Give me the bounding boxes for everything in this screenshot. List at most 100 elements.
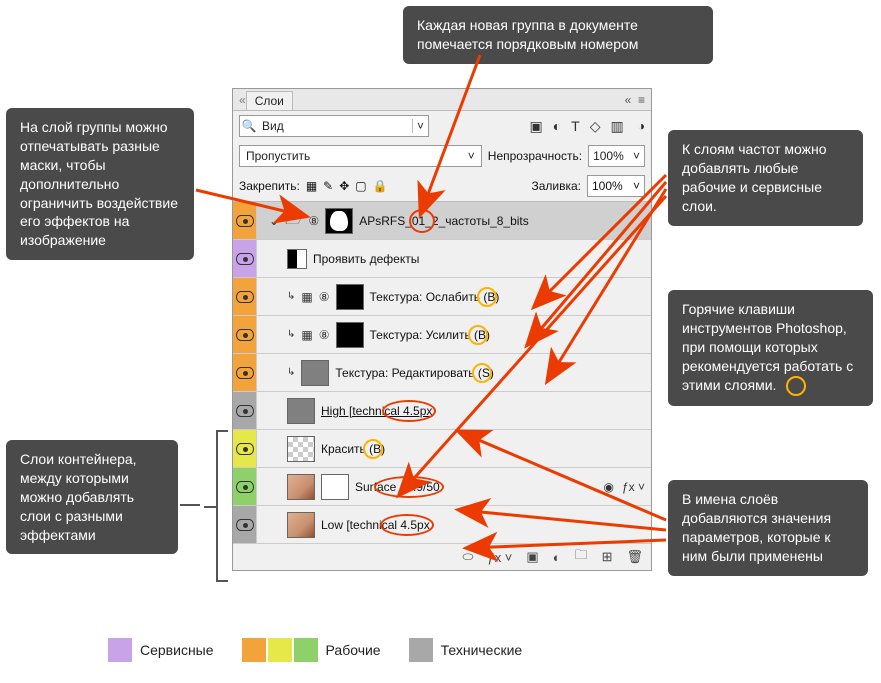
lock-artboard-icon[interactable]: ▢	[355, 179, 366, 193]
layer-row[interactable]: ⌄🗁⑧APsRFS_01_2_частоты_8_bits	[233, 202, 651, 240]
legend-service-label: Сервисные	[140, 642, 214, 658]
adjustment-icon[interactable]: ◐	[553, 550, 561, 565]
visibility-toggle[interactable]	[233, 316, 257, 353]
visibility-toggle[interactable]	[233, 240, 257, 277]
visibility-toggle[interactable]	[233, 506, 257, 543]
eye-icon	[236, 519, 254, 531]
callout-layer-names: В имена слоёв добавляются значения парам…	[668, 480, 868, 576]
layer-name[interactable]: Красить (B)	[321, 442, 385, 456]
layer-row[interactable]: Красить (B)	[233, 430, 651, 468]
lock-all-icon[interactable]: 🔒	[373, 179, 388, 193]
legend: Сервисные Рабочие Технические	[108, 638, 522, 662]
link-icon: ⑧	[319, 290, 330, 304]
visibility-toggle[interactable]	[233, 468, 257, 505]
layer-row[interactable]: ↳▦⑧Текстура: Усилить (B)	[233, 316, 651, 354]
callout-group-mask: На слой группы можно отпечатывать разные…	[6, 108, 194, 260]
layer-thumb[interactable]	[287, 436, 315, 462]
layer-thumb[interactable]	[287, 249, 307, 269]
panel-menu-icon[interactable]: ≡	[638, 93, 645, 107]
callout-container-layers: Слои контейнера, между которыми можно до…	[6, 440, 178, 554]
filter-icon: ▦	[301, 328, 312, 342]
layer-row[interactable]: Проявить дефекты	[233, 240, 651, 278]
fill-input[interactable]: 100% ˅	[587, 175, 645, 197]
chevron-down-icon[interactable]: ˅	[412, 119, 428, 133]
link-icon[interactable]: ⬭	[462, 549, 473, 565]
fx-indicator[interactable]: ƒx ˅	[622, 480, 645, 494]
legend-tech-label: Технические	[441, 642, 523, 658]
filter-icon: ▦	[301, 290, 312, 304]
group-mask-thumb[interactable]	[325, 208, 353, 234]
disclosure-icon[interactable]: ⌄	[269, 214, 279, 228]
filter-icons: ▣ ◐ T ◇ ▥	[529, 118, 623, 135]
eye-icon	[236, 443, 254, 455]
new-layer-icon[interactable]: ⊞	[602, 549, 613, 565]
group-icon[interactable]: 🗀	[575, 546, 588, 568]
eye-icon	[236, 291, 254, 303]
lock-pixels-icon[interactable]: ▦	[306, 179, 317, 193]
layer-thumb[interactable]	[336, 284, 364, 310]
layer-name[interactable]: Текстура: Усилить (B)	[370, 328, 491, 342]
visibility-toggle[interactable]	[233, 202, 257, 239]
filter-image-icon[interactable]: ▣	[529, 118, 542, 135]
lock-row: Закрепить: ▦ ✎ ✥ ▢ 🔒 Заливка: 100% ˅	[233, 171, 651, 201]
mask-icon[interactable]: ▣	[526, 549, 538, 565]
visibility-toggle[interactable]	[233, 354, 257, 391]
visibility-toggle[interactable]	[233, 430, 257, 467]
layer-body: ↳▦⑧Текстура: Усилить (B)	[257, 322, 651, 348]
layer-thumb[interactable]	[301, 360, 329, 386]
bracket	[216, 430, 228, 582]
legend-tech: Технические	[409, 638, 523, 662]
fill-label: Заливка:	[531, 179, 581, 193]
chevron-down-icon: ˅	[468, 149, 475, 163]
layer-name[interactable]: Low [technical 4.5px	[321, 518, 430, 532]
layer-thumb[interactable]	[287, 474, 315, 500]
callout-top: Каждая новая группа в документе помечает…	[403, 6, 713, 64]
legend-service: Сервисные	[108, 638, 214, 662]
layer-row[interactable]: High [technical 4.5px	[233, 392, 651, 430]
layer-body: Красить (B)	[257, 436, 651, 462]
visibility-toggle[interactable]	[233, 392, 257, 429]
eye-icon	[236, 481, 254, 493]
blend-mode-select[interactable]: Пропустить ˅	[239, 145, 482, 167]
layer-name[interactable]: Проявить дефекты	[313, 252, 419, 266]
layer-thumb[interactable]	[321, 474, 349, 500]
legend-work: Рабочие	[242, 638, 381, 662]
circle-icon	[786, 376, 806, 396]
layers-tab[interactable]: Слои	[246, 91, 293, 110]
blend-row: Пропустить ˅ Непрозрачность: 100% ˅	[233, 141, 651, 171]
clip-icon: ↳	[287, 329, 295, 340]
filter-shape-icon[interactable]: ◇	[590, 118, 601, 135]
layer-body: Surface 17.9/50 ◉ ƒx ˅	[257, 474, 651, 500]
layer-name[interactable]: Surface 17.9/50	[355, 480, 440, 494]
filter-smart-icon[interactable]: ▥	[611, 118, 624, 135]
layer-row[interactable]: Surface 17.9/50 ◉ ƒx ˅	[233, 468, 651, 506]
filter-text-icon[interactable]: T	[571, 118, 580, 135]
layer-row[interactable]: Low [technical 4.5px	[233, 506, 651, 544]
smart-filter-icon[interactable]: ◉	[604, 480, 614, 494]
layer-filter[interactable]: 🔍 Вид ˅	[239, 115, 429, 137]
search-row: 🔍 Вид ˅ ▣ ◐ T ◇ ▥ ◑	[233, 111, 651, 141]
filter-adjust-icon[interactable]: ◐	[553, 118, 561, 135]
layer-thumb[interactable]	[287, 512, 315, 538]
clip-icon: ↳	[287, 291, 295, 302]
layer-name[interactable]: Текстура: Ослабить (B)	[370, 290, 500, 304]
fx-icon[interactable]: ƒx ˅	[487, 550, 512, 565]
filter-toggle-icon[interactable]: ◑	[638, 119, 645, 133]
layer-row[interactable]: ↳Текстура: Редактировать (S)	[233, 354, 651, 392]
layer-body: Проявить дефекты	[257, 249, 651, 269]
layer-thumb[interactable]	[287, 398, 315, 424]
trash-icon[interactable]: 🗑	[626, 549, 643, 565]
layer-thumb[interactable]	[336, 322, 364, 348]
lock-brush-icon[interactable]: ✎	[323, 179, 333, 193]
layer-name[interactable]: Текстура: Редактировать (S)	[335, 366, 493, 380]
filter-mode: Вид	[258, 119, 412, 133]
visibility-toggle[interactable]	[233, 278, 257, 315]
lock-position-icon[interactable]: ✥	[339, 179, 349, 193]
layer-name[interactable]: High [technical 4.5px	[321, 404, 432, 418]
panel-footer: ⬭ ƒx ˅ ▣ ◐ 🗀 ⊞ 🗑	[233, 544, 651, 570]
layer-row[interactable]: ↳ ▦ ⑧ Текстура: Ослабить (B)	[233, 278, 651, 316]
layer-name[interactable]: APsRFS_01_2_частоты_8_bits	[359, 214, 529, 228]
opacity-input[interactable]: 100% ˅	[588, 145, 645, 167]
blend-mode-value: Пропустить	[246, 149, 310, 163]
close-icon[interactable]: «	[625, 93, 632, 107]
